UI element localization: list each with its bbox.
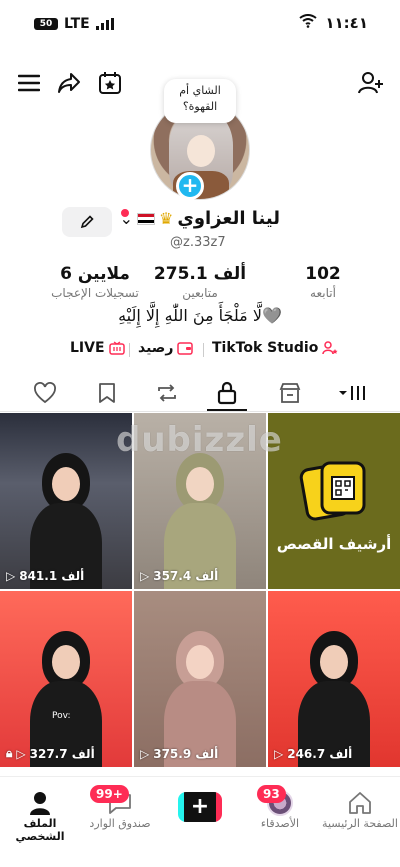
tiktok-studio-link[interactable]: TikTok Studio — [212, 340, 338, 356]
display-name: لينا العزاوي — [177, 208, 280, 229]
pencil-icon — [80, 215, 94, 229]
likes-count: 6 ملايين — [60, 264, 130, 284]
view-count: ▷ 375.9 ألف — [140, 747, 219, 761]
add-friend-icon[interactable] — [358, 70, 384, 96]
view-count: ▷ 246.7 ألف — [274, 747, 353, 761]
tab-liked[interactable] — [31, 380, 59, 406]
nav-inbox-label: صندوق الوارد — [89, 817, 151, 830]
tab-favorites[interactable] — [93, 380, 121, 406]
play-icon: ▷ — [16, 746, 26, 761]
home-icon — [349, 792, 371, 814]
balance-link[interactable]: رصيد — [138, 340, 194, 356]
lock-icon: 🔒︎ — [6, 746, 13, 760]
active-tab-indicator — [207, 409, 247, 411]
nav-home-label: الصفحة الرئيسية — [322, 817, 398, 830]
nav-friends-label: الأصدقاء — [260, 817, 300, 830]
name-row[interactable]: ⌄ ♛ لينا العزاوي — [120, 208, 280, 229]
tab-reposts[interactable] — [153, 380, 181, 406]
username: @z.33z7 — [170, 235, 226, 250]
view-count: ▷ 357.4 ألف — [140, 569, 219, 583]
status-left: 50 LTE — [34, 16, 114, 32]
studio-label: TikTok Studio — [212, 340, 319, 356]
stat-following[interactable]: 102 أتابعه — [283, 264, 363, 300]
nav-profile-label: الملف الشخصي — [15, 817, 65, 843]
nav-home[interactable]: الصفحة الرئيسية — [320, 789, 400, 830]
wallet-icon — [177, 342, 194, 355]
stat-followers[interactable]: 275.1 ألف متابعين — [150, 264, 250, 300]
calendar-star-icon[interactable] — [97, 70, 123, 96]
wifi-icon — [299, 14, 317, 32]
balance-label: رصيد — [138, 340, 174, 356]
play-icon: ▷ — [6, 569, 16, 583]
live-link[interactable]: LIVE — [70, 340, 125, 356]
live-tv-icon — [108, 341, 125, 355]
stat-likes[interactable]: 6 ملايين تسجيلات الإعجاب — [35, 264, 155, 300]
lock-icon — [217, 381, 237, 405]
clock: ١١:٤١ — [325, 14, 368, 32]
live-label: LIVE — [70, 340, 105, 356]
inbox-badge: 99+ — [90, 785, 129, 803]
video-tile[interactable]: ▷ 357.4 ألف — [134, 413, 266, 589]
crown-icon: ♛ — [159, 209, 174, 228]
create-button[interactable]: + — [178, 792, 222, 822]
share-icon[interactable] — [56, 70, 82, 96]
status-right: ١١:٤١ — [299, 14, 368, 32]
shop-icon — [279, 383, 301, 403]
play-icon: ▷ — [140, 747, 150, 761]
repost-icon — [158, 384, 176, 402]
video-caption: Pov: — [52, 711, 71, 721]
tab-private[interactable] — [213, 380, 241, 406]
menu-icon[interactable] — [16, 70, 42, 96]
followers-count: 275.1 ألف — [153, 264, 247, 284]
network-type: LTE — [64, 16, 90, 32]
story-archive-label: أرشيف القصص — [276, 535, 392, 553]
grid-dropdown-icon — [339, 386, 365, 400]
following-label: أتابعه — [310, 286, 336, 300]
note-line-2: القهوة؟ — [182, 100, 218, 113]
status-bar: 50 LTE ١١:٤١ — [0, 0, 400, 48]
chevron-down-icon[interactable]: ⌄ — [120, 209, 133, 228]
friends-badge: 93 — [257, 785, 286, 803]
bio: لَّا مَلْجَأَ مِنَ اللّٰهِ إِلَّا إِلَيْ… — [118, 306, 282, 325]
story-archive-tile[interactable]: أرشيف القصص — [268, 413, 400, 589]
nav-profile[interactable]: الملف الشخصي — [0, 789, 80, 843]
profile-icon — [30, 792, 50, 815]
profile-note[interactable]: الشاي أم القهوة؟ — [164, 79, 236, 123]
signal-icon — [95, 18, 114, 30]
note-line-1: الشاي أم — [179, 84, 221, 97]
bookmark-icon — [99, 383, 115, 403]
video-tile[interactable]: ▷ 375.9 ألف — [134, 591, 266, 767]
content-tabs — [0, 372, 400, 412]
video-tile[interactable]: Pov: 🔒︎ ▷ 327.7 ألف — [0, 591, 132, 767]
battery-icon: 50 — [34, 18, 58, 30]
iraq-flag-icon — [137, 212, 156, 225]
video-grid: ▷ 841.1 ألف ▷ 357.4 ألف أرشيف القصص Pov: 🔒… — [0, 413, 400, 776]
view-count: 🔒︎ ▷ 327.7 ألف — [6, 746, 95, 761]
tab-videos[interactable] — [335, 380, 369, 406]
add-story-button[interactable]: + — [176, 172, 204, 200]
followers-label: متابعين — [182, 286, 218, 300]
plus-icon: + — [190, 794, 210, 819]
video-tile[interactable]: ▷ 841.1 ألف — [0, 413, 132, 589]
story-archive-icon — [299, 461, 366, 521]
play-icon: ▷ — [274, 747, 284, 761]
likes-label: تسجيلات الإعجاب — [51, 286, 139, 300]
view-count: ▷ 841.1 ألف — [6, 569, 85, 583]
studio-icon — [322, 341, 338, 355]
heart-icon — [34, 382, 56, 404]
tab-shop[interactable] — [276, 380, 304, 406]
edit-profile-button[interactable] — [62, 207, 112, 237]
video-tile[interactable]: ▷ 246.7 ألف — [268, 591, 400, 767]
play-icon: ▷ — [140, 569, 150, 583]
following-count: 102 — [305, 264, 341, 284]
quick-links: TikTok Studio رصيد LIVE — [0, 340, 400, 360]
